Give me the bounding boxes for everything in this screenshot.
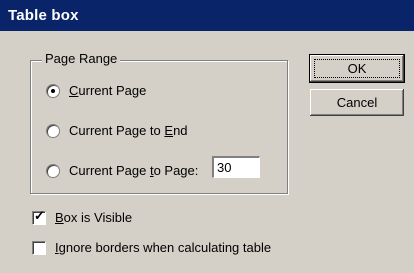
window-title: Table box [8,7,79,24]
ok-button[interactable]: OK [309,54,405,83]
box-is-visible-checkbox-row[interactable]: ✓ Box is Visible [32,207,133,225]
radio-current-page-to-page[interactable]: Current Page to Page: [46,163,198,178]
radio-current-page-to-page-label: Current Page to Page: [69,163,199,178]
ignore-borders-label: Ignore borders when calculating table [55,240,272,255]
radio-button-icon[interactable] [46,163,60,178]
radio-current-page-to-end[interactable]: Current Page to End [46,123,188,138]
checkmark-icon: ✓ [34,207,45,223]
title-bar[interactable]: Table box [0,0,414,31]
page-range-label: Page Range [42,51,121,66]
box-is-visible-checkbox[interactable]: ✓ [32,207,46,225]
table-box-dialog: Table box Page Range Current Page Curren… [0,0,414,273]
radio-current-page-to-end-label: Current Page to End [69,123,188,138]
ok-button-label: OK [314,59,400,78]
ignore-borders-checkbox-row[interactable]: Ignore borders when calculating table [32,240,271,255]
radio-current-page[interactable]: Current Page [46,83,146,98]
to-page-input[interactable] [212,156,260,178]
radio-button-checked-icon[interactable] [46,83,60,98]
box-is-visible-label: Box is Visible [55,210,133,225]
ignore-borders-checkbox[interactable] [32,240,46,255]
radio-button-icon[interactable] [46,123,60,138]
cancel-button[interactable]: Cancel [310,89,404,116]
radio-current-page-label: Current Page [69,83,147,98]
